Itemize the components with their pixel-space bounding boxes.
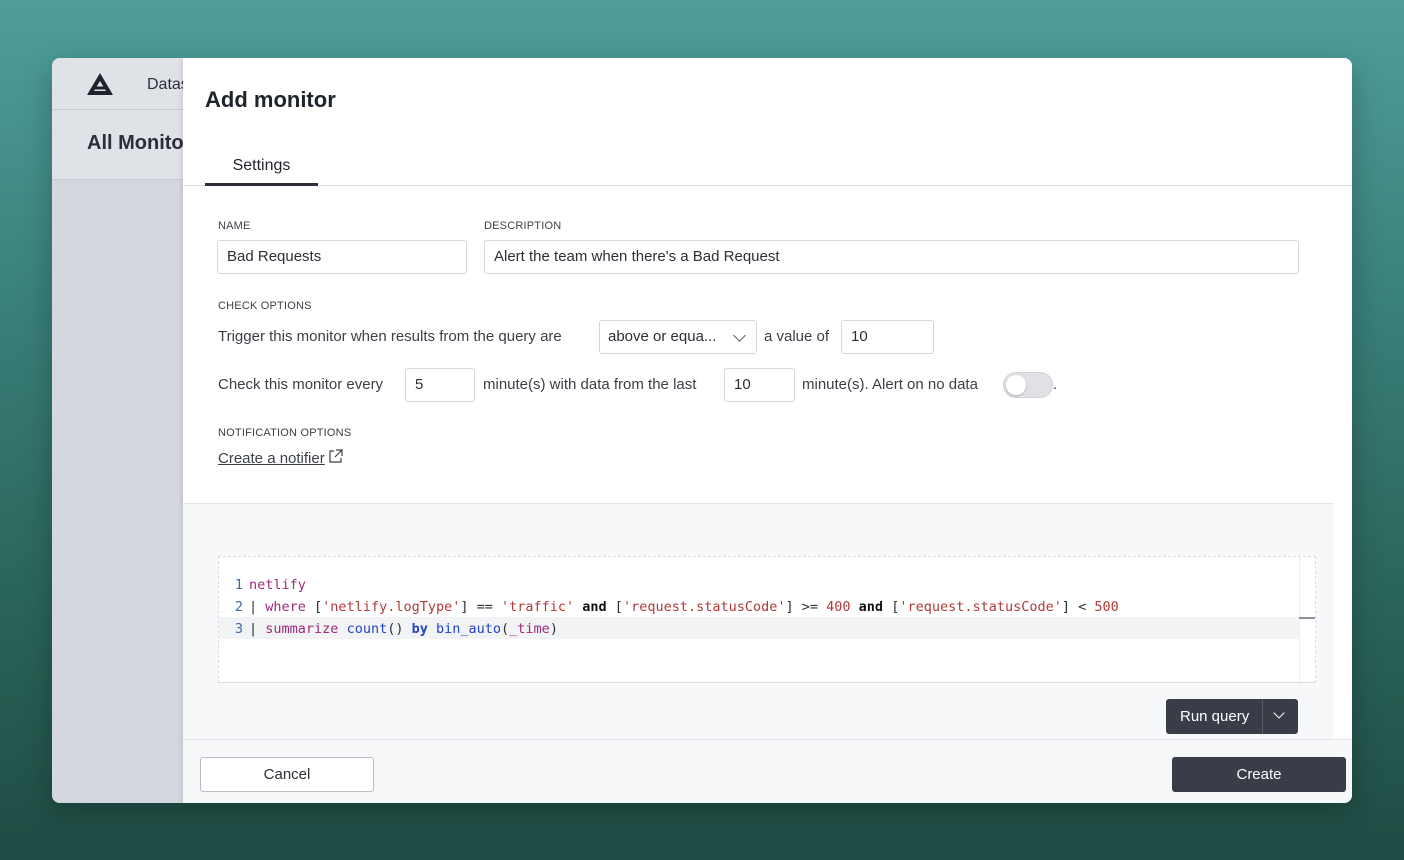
tab-bar: Settings	[183, 148, 1352, 186]
code-line-3: 3 | summarize count() by bin_auto(_time)	[219, 618, 558, 640]
cancel-button[interactable]: Cancel	[200, 757, 374, 792]
chevron-down-icon	[733, 329, 746, 342]
code-token: |	[249, 599, 266, 615]
code-token: 'request.statusCode'	[622, 599, 786, 615]
run-query-button[interactable]: Run query	[1166, 699, 1298, 734]
code-token: netlify	[249, 577, 306, 593]
range-input[interactable]: 10	[724, 368, 795, 402]
create-notifier-label: Create a notifier	[218, 450, 325, 467]
description-input[interactable]: Alert the team when there's a Bad Reques…	[484, 240, 1299, 274]
create-notifier-link[interactable]: Create a notifier	[218, 449, 343, 467]
interval-input[interactable]: 5	[405, 368, 475, 402]
create-button[interactable]: Create	[1172, 757, 1346, 792]
app-window: Datas All Monito Add monitor Settings NA…	[52, 58, 1352, 803]
editor-scrollbar[interactable]	[1299, 557, 1315, 682]
background-topbar: Datas	[52, 58, 189, 110]
code-token: by	[411, 621, 428, 637]
code-token: count	[346, 621, 388, 637]
line-number: 1	[234, 577, 243, 593]
modal-title: Add monitor	[205, 87, 336, 112]
code-token: ()	[387, 621, 412, 637]
alert-no-data-toggle[interactable]	[1003, 372, 1053, 398]
code-token: and	[858, 599, 884, 615]
run-query-separator	[1262, 699, 1263, 734]
description-label: DESCRIPTION	[484, 220, 562, 232]
code-token: and	[582, 599, 607, 615]
code-token: )	[549, 621, 558, 637]
operator-value: above or equa...	[608, 328, 717, 345]
code-token: ] >=	[785, 599, 827, 615]
every-text: Check this monitor every	[218, 376, 384, 393]
name-input[interactable]: Bad Requests	[217, 240, 467, 274]
query-editor[interactable]: 1 netlify 2 | where ['netlify.logType'] ==…	[218, 556, 1316, 683]
external-link-icon	[329, 449, 343, 463]
code-token: ] ==	[460, 599, 501, 615]
period-text: .	[1053, 376, 1058, 393]
code-token: ] <	[1061, 599, 1095, 615]
operator-select[interactable]: above or equa...	[599, 320, 757, 354]
code-token: 'netlify.logType'	[322, 599, 461, 615]
add-monitor-modal: Add monitor Settings NAME Bad Requests D…	[183, 58, 1352, 803]
code-token: 500	[1094, 599, 1119, 615]
name-label: NAME	[218, 220, 251, 232]
trigger-text: Trigger this monitor when results from t…	[218, 328, 562, 345]
code-token: where	[265, 599, 306, 615]
no-data-text: minute(s). Alert on no data	[802, 376, 978, 393]
run-query-label: Run query	[1180, 708, 1250, 725]
code-token: [	[305, 599, 323, 615]
axiom-logo-icon	[87, 73, 113, 95]
line-number: 3	[234, 621, 243, 637]
code-token: [	[883, 599, 900, 615]
code-token: bin_auto	[436, 621, 502, 637]
value-text: a value of	[764, 328, 830, 345]
line-number: 2	[234, 599, 243, 615]
toggle-knob	[1006, 375, 1026, 395]
code-token: (	[501, 621, 510, 637]
code-line-2: 2 | where ['netlify.logType'] == 'traffic…	[219, 596, 1119, 618]
code-token: 'request.statusCode'	[899, 599, 1062, 615]
scrollbar-marker	[1299, 617, 1315, 619]
modal-footer: Cancel Create	[183, 739, 1352, 803]
threshold-input[interactable]: 10	[841, 320, 934, 354]
code-token: summarize	[265, 621, 339, 637]
background-page-title: All Monito	[87, 132, 184, 154]
code-token: 'traffic'	[500, 599, 575, 615]
last-text: minute(s) with data from the last	[483, 376, 697, 393]
code-token: |	[249, 621, 266, 637]
code-line-1: 1 netlify	[219, 574, 306, 596]
code-token: _time	[509, 621, 550, 637]
chevron-down-icon[interactable]	[1273, 707, 1285, 719]
check-options-label: CHECK OPTIONS	[218, 300, 312, 312]
background-header: All Monito	[52, 110, 184, 180]
code-token: 400	[826, 599, 851, 615]
code-token: [	[606, 599, 623, 615]
tab-settings[interactable]: Settings	[205, 148, 318, 186]
notification-options-label: NOTIFICATION OPTIONS	[218, 427, 352, 439]
